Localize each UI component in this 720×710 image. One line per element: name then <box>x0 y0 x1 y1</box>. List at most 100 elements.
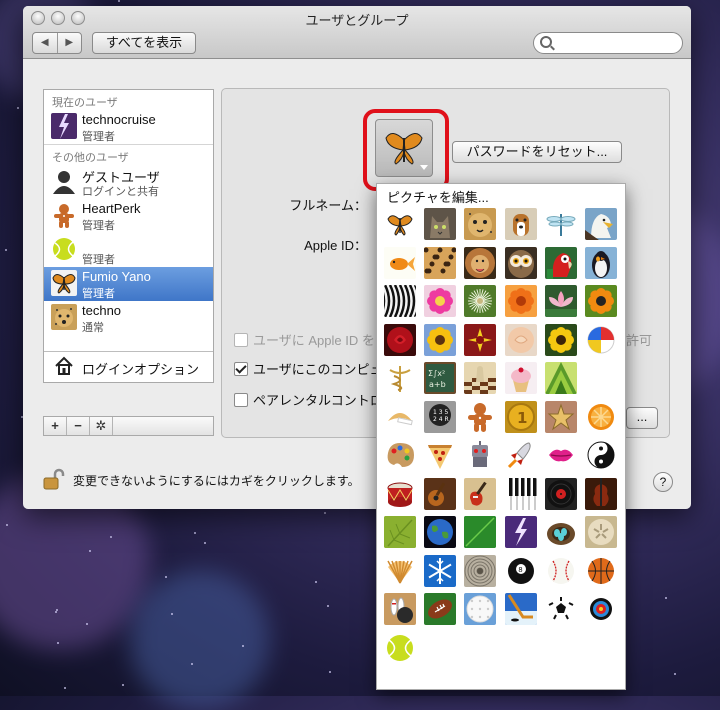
picture-zebra-icon[interactable] <box>384 285 416 317</box>
allow-admin-checkbox[interactable]: ユーザにこのコンピュ <box>234 359 382 378</box>
picture-shell-icon[interactable] <box>384 555 416 587</box>
picture-guitar-icon[interactable] <box>424 478 456 510</box>
picture-caduceus-icon[interactable] <box>384 362 416 394</box>
picture-fruit-slices-icon[interactable] <box>545 362 577 394</box>
picture-yellow-flower-icon[interactable] <box>464 324 496 356</box>
picture-cheetah-icon[interactable] <box>464 208 496 240</box>
picture-beach-ball-icon[interactable] <box>585 324 617 356</box>
picture-lips-icon[interactable] <box>545 439 577 471</box>
user-item-tennis[interactable]: 管理者 <box>44 233 213 267</box>
picture-golf-ball-icon[interactable] <box>464 593 496 625</box>
unlocked-padlock-icon[interactable] <box>43 468 65 490</box>
picture-pale-rose-icon[interactable] <box>505 324 537 356</box>
picture-hockey-icon[interactable] <box>505 593 537 625</box>
picture-gear-shift-icon[interactable]: 1 3 52 4 R <box>424 401 456 433</box>
back-button[interactable]: ◀ <box>33 33 58 53</box>
picture-fortune-cookie-icon[interactable] <box>384 401 416 433</box>
picture-penguin-icon[interactable] <box>585 247 617 279</box>
picture-medal-icon[interactable]: 1 <box>505 401 537 433</box>
help-button[interactable]: ? <box>653 472 673 492</box>
picture-green-leaf-icon[interactable] <box>464 516 496 548</box>
picture-pizza-icon[interactable] <box>424 439 456 471</box>
picture-yin-yang-icon[interactable] <box>585 439 617 471</box>
picture-robot-icon[interactable] <box>464 439 496 471</box>
picture-basketball-icon[interactable] <box>585 555 617 587</box>
title-bar: ユーザとグループ ◀ ▶ すべてを表示 <box>23 6 691 59</box>
allow-appleid-checkbox[interactable]: ユーザに Apple ID を <box>234 330 375 349</box>
edit-picture-menu-item[interactable]: ピクチャを編集... <box>387 187 489 206</box>
picture-parrot-icon[interactable] <box>545 247 577 279</box>
picture-lightning-icon[interactable] <box>505 516 537 548</box>
picture-target-icon[interactable] <box>585 593 617 625</box>
picture-poppy-icon[interactable] <box>585 285 617 317</box>
reset-password-button[interactable]: パスワードをリセット... <box>452 141 622 163</box>
picture-owl-icon[interactable] <box>505 247 537 279</box>
picture-cat-icon[interactable] <box>424 208 456 240</box>
add-user-button[interactable]: + <box>44 417 67 435</box>
search-input[interactable] <box>533 32 683 54</box>
picture-earth-icon[interactable] <box>424 516 456 548</box>
picture-nest-icon[interactable] <box>545 516 577 548</box>
picture-paint-palette-icon[interactable] <box>384 439 416 471</box>
picture-cupcake-icon[interactable] <box>505 362 537 394</box>
parental-controls-checkbox[interactable]: ペアレンタルコントロ <box>234 390 383 409</box>
picture-hollywood-star-icon[interactable] <box>545 401 577 433</box>
remove-user-button[interactable]: − <box>67 417 90 435</box>
picture-butterfly-icon[interactable] <box>384 208 416 240</box>
forward-button[interactable]: ▶ <box>58 33 82 53</box>
picture-chalkboard-icon[interactable]: Σ∫x² a+b <box>424 362 456 394</box>
avatar-gingerbread-icon <box>51 202 77 228</box>
picture-orange-slice-icon[interactable] <box>585 401 617 433</box>
more-options-button[interactable]: ... <box>626 407 658 429</box>
user-item-techno[interactable]: techno 通常 <box>44 301 213 335</box>
picture-gingerbread-icon[interactable] <box>464 401 496 433</box>
login-options-item[interactable]: ログインオプション <box>44 351 213 382</box>
picture-bowling-icon[interactable] <box>384 593 416 625</box>
user-item-technocruise[interactable]: technocruise 管理者 <box>44 110 213 144</box>
picture-dragonfly-icon[interactable] <box>545 208 577 240</box>
user-item-heartperk[interactable]: HeartPerk 管理者 <box>44 199 213 233</box>
user-item-guest[interactable]: ゲストユーザ ログインと共有 <box>44 165 213 199</box>
picture-violin-icon[interactable] <box>585 478 617 510</box>
picture-pink-flower-icon[interactable] <box>424 285 456 317</box>
show-all-button[interactable]: すべてを表示 <box>92 32 196 54</box>
picture-lotus-icon[interactable] <box>545 285 577 317</box>
gear-icon[interactable]: ✲ <box>90 417 113 435</box>
picture-sunflower-icon[interactable] <box>424 324 456 356</box>
picture-sand-dollar-icon[interactable] <box>585 516 617 548</box>
picture-drum-icon[interactable] <box>384 478 416 510</box>
user-picture-well[interactable] <box>375 119 433 177</box>
picture-chess-icon[interactable] <box>464 362 496 394</box>
picture-eagle-icon[interactable] <box>585 208 617 240</box>
svg-text:2 4 R: 2 4 R <box>433 416 449 423</box>
picture-snowflake-icon[interactable] <box>424 555 456 587</box>
picture-leaf-icon[interactable] <box>384 516 416 548</box>
current-user-header: 現在のユーザ <box>52 97 118 109</box>
window-title: ユーザとグループ <box>305 13 409 28</box>
picture-dog-icon[interactable] <box>505 208 537 240</box>
picture-red-rose-icon[interactable] <box>384 324 416 356</box>
house-icon <box>55 356 73 375</box>
picture-leopard-fur-icon[interactable] <box>424 247 456 279</box>
picture-dandelion-icon[interactable] <box>464 285 496 317</box>
picture-football-icon[interactable] <box>424 593 456 625</box>
picture-tennis-ball-icon[interactable] <box>384 632 416 664</box>
picture-electric-guitar-icon[interactable] <box>464 478 496 510</box>
picture-soccer-ball-icon[interactable] <box>545 593 577 625</box>
picture-8-ball-icon[interactable]: 8 <box>505 555 537 587</box>
apple-id-label: Apple ID： <box>304 238 367 253</box>
picture-goldfish-icon[interactable] <box>384 247 416 279</box>
avatar-cheetah-icon <box>51 304 77 330</box>
user-list-toolbar: + − ✲ <box>43 416 214 436</box>
picture-baseball-icon[interactable] <box>545 555 577 587</box>
picture-zen-sand-icon[interactable] <box>464 555 496 587</box>
svg-text:1: 1 <box>517 409 527 427</box>
picture-piano-icon[interactable] <box>505 478 537 510</box>
picture-orange-flower-icon[interactable] <box>505 285 537 317</box>
chevron-down-icon <box>420 165 428 170</box>
picture-daisy-sunflower-icon[interactable] <box>545 324 577 356</box>
user-item-fumio-yano[interactable]: Fumio Yano 管理者 <box>44 267 213 301</box>
picture-lion-icon[interactable] <box>464 247 496 279</box>
picture-record-icon[interactable] <box>545 478 577 510</box>
picture-rocket-icon[interactable] <box>505 439 537 471</box>
